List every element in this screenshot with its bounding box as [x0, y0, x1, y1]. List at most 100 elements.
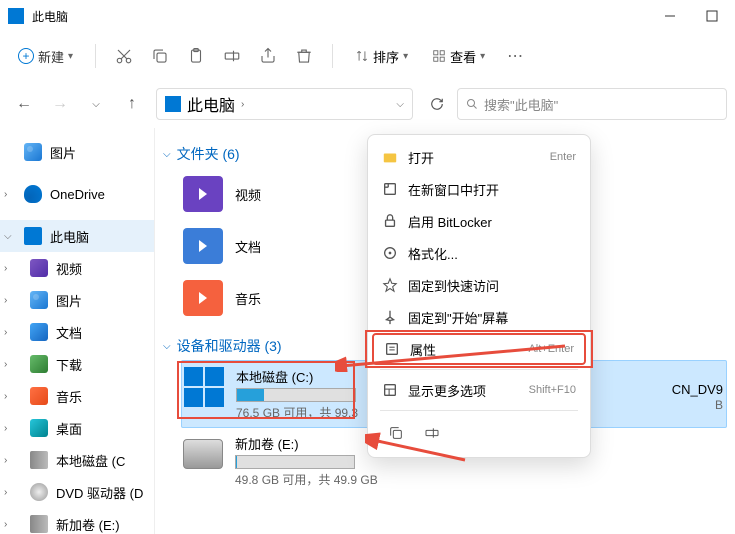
menu-shortcut: Shift+F10 [529, 384, 576, 396]
back-button[interactable]: ← [8, 88, 40, 120]
sidebar-item-label: 图片 [50, 143, 76, 162]
sidebar-item-label: 本地磁盘 (C [56, 451, 125, 470]
search-icon [466, 98, 478, 110]
sort-button[interactable]: 排序 ▾ [345, 41, 418, 72]
forward-button[interactable]: → [44, 88, 76, 120]
sidebar-item-video[interactable]: › 视频 [0, 252, 154, 284]
properties-icon [384, 341, 400, 357]
pc-icon [8, 8, 24, 24]
refresh-icon [430, 97, 444, 111]
partial-b-label: B [715, 398, 723, 412]
chevron-right-icon[interactable]: › [4, 423, 7, 434]
rename-button[interactable] [216, 40, 248, 72]
sidebar-item-label: 文档 [56, 323, 82, 342]
sidebar-item-desktop[interactable]: › 桌面 [0, 412, 154, 444]
sidebar-item-label: 新加卷 (E:) [56, 515, 120, 534]
menu-label: 格式化... [408, 244, 566, 263]
chevron-right-icon[interactable]: › [4, 189, 7, 200]
menu-item-properties[interactable]: 属性Alt+Enter [372, 333, 586, 365]
capacity-bar [235, 455, 355, 469]
disk-icon [30, 515, 48, 533]
cut-button[interactable] [108, 40, 140, 72]
menu-item-pin[interactable]: 固定到"开始"屏幕 [372, 301, 586, 333]
nav-row: ← → ⌵ ↑ 此电脑 › ⌵ 搜索"此电脑" [0, 80, 735, 128]
sidebar-item-music[interactable]: › 音乐 [0, 380, 154, 412]
breadcrumb[interactable]: 此电脑 [187, 92, 235, 116]
sidebar-item-dvd[interactable]: ›DVD 驱动器 (D [0, 476, 154, 508]
folder-label: 音乐 [235, 289, 261, 308]
picture-icon [30, 291, 48, 309]
maximize-button[interactable] [705, 9, 719, 23]
menu-rename-icon-button[interactable] [418, 419, 446, 447]
sidebar-item-pictures-pinned[interactable]: 图片 [0, 136, 154, 168]
plus-icon: + [18, 48, 34, 64]
more-button[interactable]: ⋯ [499, 40, 531, 72]
chevron-right-icon[interactable]: › [4, 263, 7, 274]
sidebar-item-thispc[interactable]: ⌵ 此电脑 [0, 220, 154, 252]
folder-icon [183, 280, 223, 316]
picture-icon [24, 143, 42, 161]
folder-label: 文档 [235, 237, 261, 256]
history-chevron[interactable]: ⌵ [80, 88, 112, 120]
sidebar-item-label: 此电脑 [50, 227, 89, 246]
menu-label: 固定到快速访问 [408, 276, 566, 295]
chevron-right-icon[interactable]: › [4, 391, 7, 402]
paste-button[interactable] [180, 40, 212, 72]
chevron-right-icon[interactable]: › [4, 295, 7, 306]
section-title: 设备和驱动器 (3) [177, 336, 282, 356]
menu-item-folder-open[interactable]: 打开Enter [372, 141, 586, 173]
menu-item-more[interactable]: 显示更多选项Shift+F10 [372, 374, 586, 406]
view-label: 查看 [450, 47, 476, 66]
sidebar-item-onedrive[interactable]: › OneDrive [0, 178, 154, 210]
drive-icon [184, 367, 224, 407]
menu-item-lock[interactable]: 启用 BitLocker [372, 205, 586, 237]
chevron-down-icon[interactable]: ⌵ [4, 231, 12, 242]
folder-label: 视频 [235, 185, 261, 204]
menu-copy-icon-button[interactable] [382, 419, 410, 447]
sidebar-item-label: 视频 [56, 259, 82, 278]
chevron-down-icon[interactable]: ⌵ [396, 99, 404, 110]
new-button[interactable]: + 新建 ▾ [8, 41, 83, 72]
menu-label: 在新窗口中打开 [408, 180, 566, 199]
chevron-right-icon[interactable]: › [4, 327, 7, 338]
more-icon [382, 382, 398, 398]
sidebar-item-label: 桌面 [56, 419, 82, 438]
chevron-right-icon[interactable]: › [4, 487, 7, 498]
menu-item-pin-star[interactable]: 固定到快速访问 [372, 269, 586, 301]
sidebar-item-picture[interactable]: ›图片 [0, 284, 154, 316]
chevron-right-icon[interactable]: › [4, 455, 7, 466]
pc-icon [165, 96, 181, 112]
address-bar[interactable]: 此电脑 › ⌵ [156, 88, 413, 120]
folder-icon [183, 228, 223, 264]
chevron-right-icon[interactable]: › [4, 359, 7, 370]
minimize-button[interactable] [663, 9, 677, 23]
menu-label: 打开 [408, 148, 540, 167]
window-title: 此电脑 [32, 8, 663, 25]
context-menu: 打开Enter 在新窗口中打开启用 BitLocker 格式化... 固定到快速访问固… [367, 134, 591, 458]
sidebar-item-download[interactable]: › 下载 [0, 348, 154, 380]
delete-button[interactable] [288, 40, 320, 72]
refresh-button[interactable] [421, 88, 453, 120]
up-button[interactable]: ↑ [116, 88, 148, 120]
share-button[interactable] [252, 40, 284, 72]
chevron-right-icon[interactable]: › [4, 519, 7, 530]
format-icon [382, 245, 398, 261]
chevron-right-icon: › [241, 99, 244, 110]
pin-star-icon [382, 277, 398, 293]
sidebar-item-label: 下载 [56, 355, 82, 374]
copy-button[interactable] [144, 40, 176, 72]
menu-item-format[interactable]: 格式化... [372, 237, 586, 269]
new-label: 新建 [38, 47, 64, 66]
menu-item-new-window[interactable]: 在新窗口中打开 [372, 173, 586, 205]
download-icon [30, 355, 48, 373]
sidebar-item-disk[interactable]: › 新加卷 (E:) [0, 508, 154, 534]
sidebar-item-label: 音乐 [56, 387, 82, 406]
sidebar-item-disk[interactable]: › 本地磁盘 (C [0, 444, 154, 476]
drive-detail: 49.8 GB 可用，共 49.9 GB [235, 471, 727, 488]
view-button[interactable]: 查看 ▾ [422, 41, 495, 72]
sidebar-item-document[interactable]: › 文档 [0, 316, 154, 348]
menu-label: 启用 BitLocker [408, 212, 566, 231]
search-input[interactable]: 搜索"此电脑" [457, 88, 727, 120]
disk-icon [30, 451, 48, 469]
capacity-bar [236, 388, 356, 402]
